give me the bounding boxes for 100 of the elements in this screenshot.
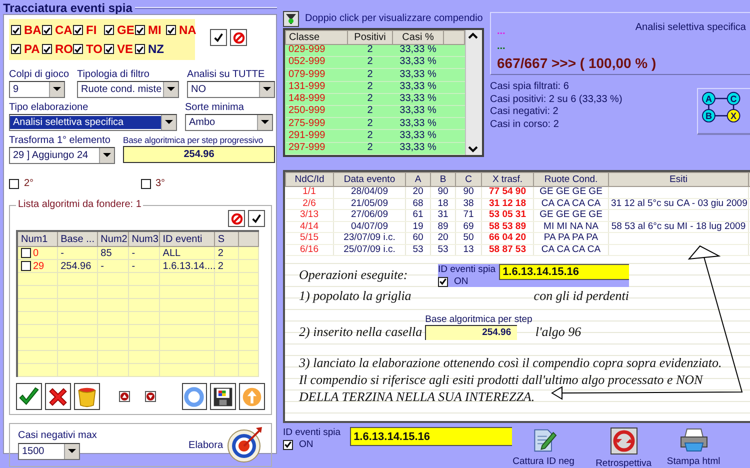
dropdown[interactable]: NO [187, 81, 276, 98]
toolbar-button[interactable]: Stampa html [666, 427, 722, 467]
checkbox[interactable] [283, 440, 293, 450]
caret-icon [167, 87, 176, 92]
table-cell: 33,33 % [392, 130, 444, 142]
id-events-field[interactable]: 1.6.13.14.15.16 [498, 264, 629, 280]
field-label: Sorte minima [185, 102, 245, 113]
field-label: Tipologia di filtro [77, 69, 150, 80]
table-cell: 33,33 % [392, 118, 444, 130]
table-cell: 2 [348, 106, 392, 118]
checkbox[interactable] [21, 261, 31, 271]
checkbox[interactable] [140, 178, 150, 188]
checkbox[interactable] [42, 25, 52, 35]
checkbox[interactable] [42, 44, 52, 54]
filter-button[interactable] [283, 10, 299, 26]
column-header[interactable]: Num1 [17, 231, 58, 246]
scrollbar[interactable] [465, 30, 482, 155]
table-cell: - [57, 246, 98, 260]
column-header[interactable]: Positivi [348, 30, 392, 44]
table-cell: 2 [348, 56, 392, 69]
dropdown[interactable]: Analisi selettiva specifica [9, 114, 177, 131]
clear-button[interactable] [230, 29, 247, 46]
table-cell: 2 [348, 130, 392, 142]
move-up-button[interactable] [119, 391, 130, 402]
dropdown[interactable]: 1500 [18, 443, 80, 460]
move-down-button[interactable] [145, 391, 156, 402]
pot-button[interactable] [74, 383, 100, 410]
checkbox[interactable] [21, 248, 31, 258]
target-button[interactable] [227, 426, 263, 464]
stat-text: Casi in corso: 2 [490, 118, 560, 131]
column-header[interactable]: Casi % [392, 30, 444, 44]
table-cell: 33,33 % [392, 68, 444, 82]
checkbox[interactable] [11, 25, 21, 35]
check-all-button[interactable] [248, 210, 265, 227]
check-all-button[interactable] [210, 29, 227, 46]
column-header[interactable]: NdC/Id [286, 172, 334, 186]
save-button[interactable] [210, 383, 236, 410]
base-step-field[interactable]: 254.96 [425, 325, 518, 340]
field-label: Analisi su TUTTE [187, 69, 266, 80]
checkbox[interactable] [73, 25, 83, 35]
status-text: ... [497, 26, 506, 37]
ring-button[interactable] [182, 383, 208, 410]
column-header[interactable]: Base ... [57, 231, 98, 246]
diagram-node: C [726, 92, 740, 106]
column-header[interactable]: A [406, 172, 430, 186]
column-header[interactable]: S [214, 231, 238, 246]
column-header[interactable]: X trasf. [482, 172, 534, 186]
column-header[interactable]: Num2 [97, 231, 128, 246]
dropdown[interactable]: Ambo [185, 114, 273, 131]
delete-button[interactable] [44, 383, 71, 410]
diagram-node: X [726, 109, 740, 122]
table-cell: 38 [456, 198, 482, 210]
checkbox[interactable] [9, 178, 19, 188]
toolbar-button[interactable]: Retrospettiva [596, 427, 652, 468]
column-header[interactable]: Classe [286, 30, 348, 44]
table-cell: 2/6 [286, 198, 334, 210]
checkbox[interactable] [135, 25, 145, 35]
table-cell: CA CA CA CA [534, 244, 608, 256]
group-title: Lista algoritmi da fondere: 1 [16, 199, 144, 210]
column-header[interactable]: Esiti [608, 172, 748, 186]
base-step-field[interactable]: 254.96 [123, 146, 275, 163]
dropdown[interactable]: Ruote cond. miste [77, 81, 180, 98]
upload-button[interactable] [239, 383, 266, 410]
clear-button[interactable] [228, 210, 245, 227]
checkbox[interactable] [135, 44, 145, 54]
caret-icon [53, 87, 61, 92]
check-icon [213, 32, 224, 43]
column-header[interactable]: C [456, 172, 482, 186]
column-header[interactable]: B [430, 172, 456, 186]
id-events-field[interactable]: 1.6.13.14.15.16 [350, 427, 512, 446]
table-cell: 33,33 % [392, 106, 444, 118]
table-cell: 33,33 % [392, 142, 444, 154]
confirm-button[interactable] [16, 383, 42, 410]
wheel-label: NA [179, 23, 196, 37]
table-cell: 31 12 18 [482, 198, 534, 210]
checkbox[interactable] [438, 276, 448, 286]
toolbar-button[interactable]: Cattura ID neg [512, 427, 576, 467]
table-cell: 291-999 [286, 130, 348, 142]
checkbox-label: 3° [156, 178, 166, 189]
note-text: con gli id perdenti [534, 287, 629, 304]
table-cell: 4/14 [286, 221, 334, 232]
checkbox[interactable] [73, 44, 83, 54]
wheel-label: CA [55, 23, 72, 37]
table-cell: GE GE GE GE [534, 210, 608, 221]
dropdown[interactable]: 29 ] Aggiungo 24 [9, 147, 115, 164]
caret-icon [165, 120, 173, 125]
table-cell: 18 [430, 198, 456, 210]
column-header[interactable]: Ruote Cond. [534, 172, 608, 186]
table-cell: - [128, 260, 160, 272]
stat-text: Casi negativi: 2 [490, 106, 560, 118]
column-header[interactable]: ID eventi [159, 231, 214, 246]
checkbox[interactable] [166, 25, 176, 35]
column-header[interactable]: Data evento [334, 172, 406, 186]
checkbox[interactable] [104, 25, 114, 35]
dropdown[interactable]: 9 [9, 81, 65, 98]
checkbox[interactable] [104, 44, 114, 54]
wheel-label: MI [148, 23, 162, 37]
checkbox[interactable] [11, 44, 21, 54]
table-cell: 029-999 [286, 44, 348, 57]
column-header[interactable]: Num3 [128, 231, 160, 246]
